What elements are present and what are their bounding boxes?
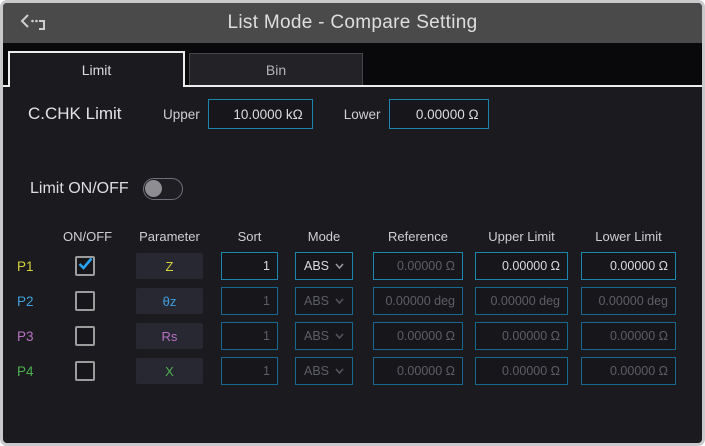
tab-limit[interactable]: Limit — [8, 51, 185, 87]
header-sort: Sort — [221, 229, 278, 244]
onoff-checkbox-p3[interactable] — [75, 326, 95, 346]
chevron-down-icon — [335, 298, 344, 304]
onoff-checkbox-p4[interactable] — [75, 361, 95, 381]
compare-table: ON/OFF Parameter Sort Mode Reference Upp… — [3, 227, 702, 385]
row-label-p4: P4 — [3, 364, 53, 379]
compare-setting-window: List Mode - Compare Setting Limit Bin C.… — [0, 0, 705, 446]
onoff-checkbox-p1[interactable] — [75, 256, 95, 276]
header-reference: Reference — [373, 229, 463, 244]
tab-bin[interactable]: Bin — [189, 53, 363, 85]
title-bar: List Mode - Compare Setting — [3, 3, 702, 43]
header-mode: Mode — [295, 229, 353, 244]
limit-onoff-label: Limit ON/OFF — [30, 180, 129, 198]
reference-input-p2: 0.00000 deg — [373, 287, 463, 315]
chevron-down-icon — [335, 333, 344, 339]
sort-input-p1[interactable]: 1 — [221, 252, 278, 280]
sort-input-p3: 1 — [221, 322, 278, 350]
chevron-down-icon — [335, 368, 344, 374]
mode-select-p4: ABS — [295, 357, 353, 385]
lower-limit-input-p2: 0.00000 deg — [581, 287, 676, 315]
reference-input-p4: 0.00000 Ω — [373, 357, 463, 385]
table-row-p2: P2 θz 1 ABS 0.00000 deg 0.00000 deg 0.00… — [3, 287, 702, 315]
row-label-p2: P2 — [3, 294, 53, 309]
lower-limit-input-p3: 0.00000 Ω — [581, 322, 676, 350]
row-label-p3: P3 — [3, 329, 53, 344]
back-icon — [19, 11, 47, 36]
mode-select-p3: ABS — [295, 322, 353, 350]
reference-input-p1: 0.00000 Ω — [373, 252, 463, 280]
cchk-lower-input[interactable]: 0.00000 Ω — [389, 99, 489, 129]
upper-limit-input-p2: 0.00000 deg — [475, 287, 568, 315]
table-row-p1: P1 Z 1 ABS 0.00000 Ω 0.00000 Ω 0.00000 Ω — [3, 252, 702, 280]
upper-limit-input-p4: 0.00000 Ω — [475, 357, 568, 385]
table-header-row: ON/OFF Parameter Sort Mode Reference Upp… — [3, 227, 702, 245]
header-lower-limit: Lower Limit — [581, 229, 676, 244]
toggle-knob — [145, 180, 162, 197]
lower-limit-input-p1[interactable]: 0.00000 Ω — [581, 252, 676, 280]
back-button[interactable] — [19, 11, 49, 35]
cchk-upper-label: Upper — [163, 107, 200, 122]
upper-limit-input-p1[interactable]: 0.00000 Ω — [475, 252, 568, 280]
upper-limit-input-p3: 0.00000 Ω — [475, 322, 568, 350]
lower-limit-input-p4: 0.00000 Ω — [581, 357, 676, 385]
header-upper-limit: Upper Limit — [475, 229, 568, 244]
mode-select-p2: ABS — [295, 287, 353, 315]
limit-onoff-row: Limit ON/OFF — [3, 177, 702, 201]
cchk-lower-label: Lower — [344, 107, 381, 122]
header-onoff: ON/OFF — [63, 229, 107, 244]
checkmark-icon — [78, 257, 93, 275]
parameter-button-p2[interactable]: θz — [136, 288, 203, 314]
page-title: List Mode - Compare Setting — [228, 12, 478, 34]
header-parameter: Parameter — [136, 229, 203, 244]
onoff-checkbox-p2[interactable] — [75, 291, 95, 311]
cchk-limit-row: C.CHK Limit Upper 10.0000 kΩ Lower 0.000… — [3, 99, 702, 129]
tab-strip: Limit Bin — [3, 43, 702, 85]
sort-input-p2: 1 — [221, 287, 278, 315]
table-row-p4: P4 X 1 ABS 0.00000 Ω 0.00000 Ω 0.00000 Ω — [3, 357, 702, 385]
cchk-upper-input[interactable]: 10.0000 kΩ — [208, 99, 313, 129]
cchk-limit-label: C.CHK Limit — [28, 104, 148, 124]
mode-select-p1[interactable]: ABS — [295, 252, 353, 280]
sort-input-p4: 1 — [221, 357, 278, 385]
parameter-button-p1[interactable]: Z — [136, 253, 203, 279]
table-row-p3: P3 Rs 1 ABS 0.00000 Ω 0.00000 Ω 0.00000 … — [3, 322, 702, 350]
limit-onoff-toggle[interactable] — [143, 178, 183, 200]
reference-input-p3: 0.00000 Ω — [373, 322, 463, 350]
chevron-down-icon — [335, 263, 344, 269]
row-label-p1: P1 — [3, 259, 53, 274]
parameter-button-p3[interactable]: Rs — [136, 323, 203, 349]
parameter-button-p4[interactable]: X — [136, 358, 203, 384]
